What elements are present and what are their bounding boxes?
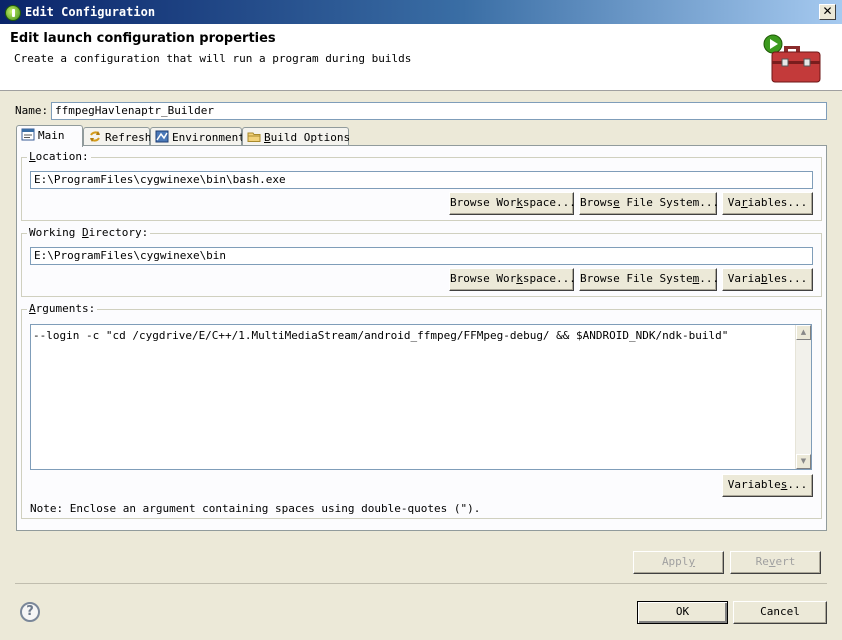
arguments-text: --login -c "cd /cygdrive/E/C++/1.MultiMe… bbox=[33, 329, 729, 342]
working-directory-input[interactable]: E:\ProgramFiles\cygwinexe\bin bbox=[30, 247, 813, 265]
footer-separator bbox=[15, 583, 827, 584]
arguments-textarea[interactable]: --login -c "cd /cygdrive/E/C++/1.MultiMe… bbox=[30, 324, 812, 470]
working-directory-browse-file-system-button[interactable]: Browse File System... bbox=[579, 268, 719, 291]
apply-button[interactable]: Apply bbox=[633, 551, 724, 574]
arguments-label: Arguments: bbox=[27, 302, 98, 315]
arguments-vertical-scrollbar[interactable]: ▲ ▼ bbox=[795, 325, 811, 469]
folder-icon bbox=[247, 132, 261, 142]
working-directory-variables-button[interactable]: Variables... bbox=[722, 268, 813, 291]
ok-button[interactable]: OK bbox=[637, 601, 728, 624]
tab-build-options[interactable]: Build Options bbox=[242, 127, 351, 146]
arguments-variables-button[interactable]: Variables... bbox=[722, 474, 813, 497]
location-browse-file-system-button[interactable]: Browse File System... bbox=[579, 192, 719, 215]
header-description: Create a configuration that will run a p… bbox=[14, 52, 412, 65]
location-browse-workspace-button[interactable]: Browse Workspace... bbox=[449, 192, 576, 215]
tab-environment[interactable]: Environment bbox=[150, 127, 245, 146]
tab-build-options-label: Build Options bbox=[264, 131, 351, 144]
help-icon[interactable]: ? bbox=[20, 602, 40, 622]
revert-button[interactable]: Revert bbox=[730, 551, 821, 574]
arguments-note: Note: Enclose an argument containing spa… bbox=[30, 502, 481, 515]
tab-environment-label: Environment bbox=[172, 131, 245, 144]
title-bar: Edit Configuration ✕ bbox=[0, 0, 842, 24]
tab-main[interactable]: Main bbox=[16, 125, 83, 147]
name-input[interactable]: ffmpegHavlenaptr_Builder bbox=[51, 102, 827, 120]
arguments-group: Arguments: --login -c "cd /cygdrive/E/C+… bbox=[21, 302, 822, 519]
close-button[interactable]: ✕ bbox=[819, 4, 836, 20]
working-directory-browse-workspace-button[interactable]: Browse Workspace... bbox=[449, 268, 576, 291]
cancel-button[interactable]: Cancel bbox=[733, 601, 827, 624]
location-variables-button[interactable]: Variables... bbox=[722, 192, 813, 215]
scroll-up-arrow-icon[interactable]: ▲ bbox=[796, 325, 811, 340]
tab-main-label: Main bbox=[38, 129, 65, 142]
dialog-header: Edit launch configuration properties Cre… bbox=[0, 24, 842, 91]
location-label: Location: bbox=[27, 150, 91, 163]
refresh-icon bbox=[90, 131, 100, 142]
name-label: Name: bbox=[15, 104, 49, 117]
tab-refresh-label: Refresh bbox=[105, 131, 152, 144]
environment-icon bbox=[155, 130, 169, 143]
working-directory-label: Working Directory: bbox=[27, 226, 151, 239]
toolbox-run-icon bbox=[763, 34, 821, 83]
location-input[interactable]: E:\ProgramFiles\cygwinexe\bin\bash.exe bbox=[30, 171, 813, 189]
tab-refresh[interactable]: Refresh bbox=[83, 127, 152, 146]
header-heading: Edit launch configuration properties bbox=[10, 31, 276, 46]
scroll-down-arrow-icon[interactable]: ▼ bbox=[796, 454, 811, 469]
main-tab-panel: Location: E:\ProgramFiles\cygwinexe\bin\… bbox=[16, 145, 827, 531]
app-icon bbox=[5, 5, 21, 21]
location-group: Location: E:\ProgramFiles\cygwinexe\bin\… bbox=[21, 150, 822, 221]
working-directory-group: Working Directory: E:\ProgramFiles\cygwi… bbox=[21, 226, 822, 297]
main-tab-icon bbox=[21, 128, 35, 141]
window-title: Edit Configuration bbox=[25, 5, 156, 19]
